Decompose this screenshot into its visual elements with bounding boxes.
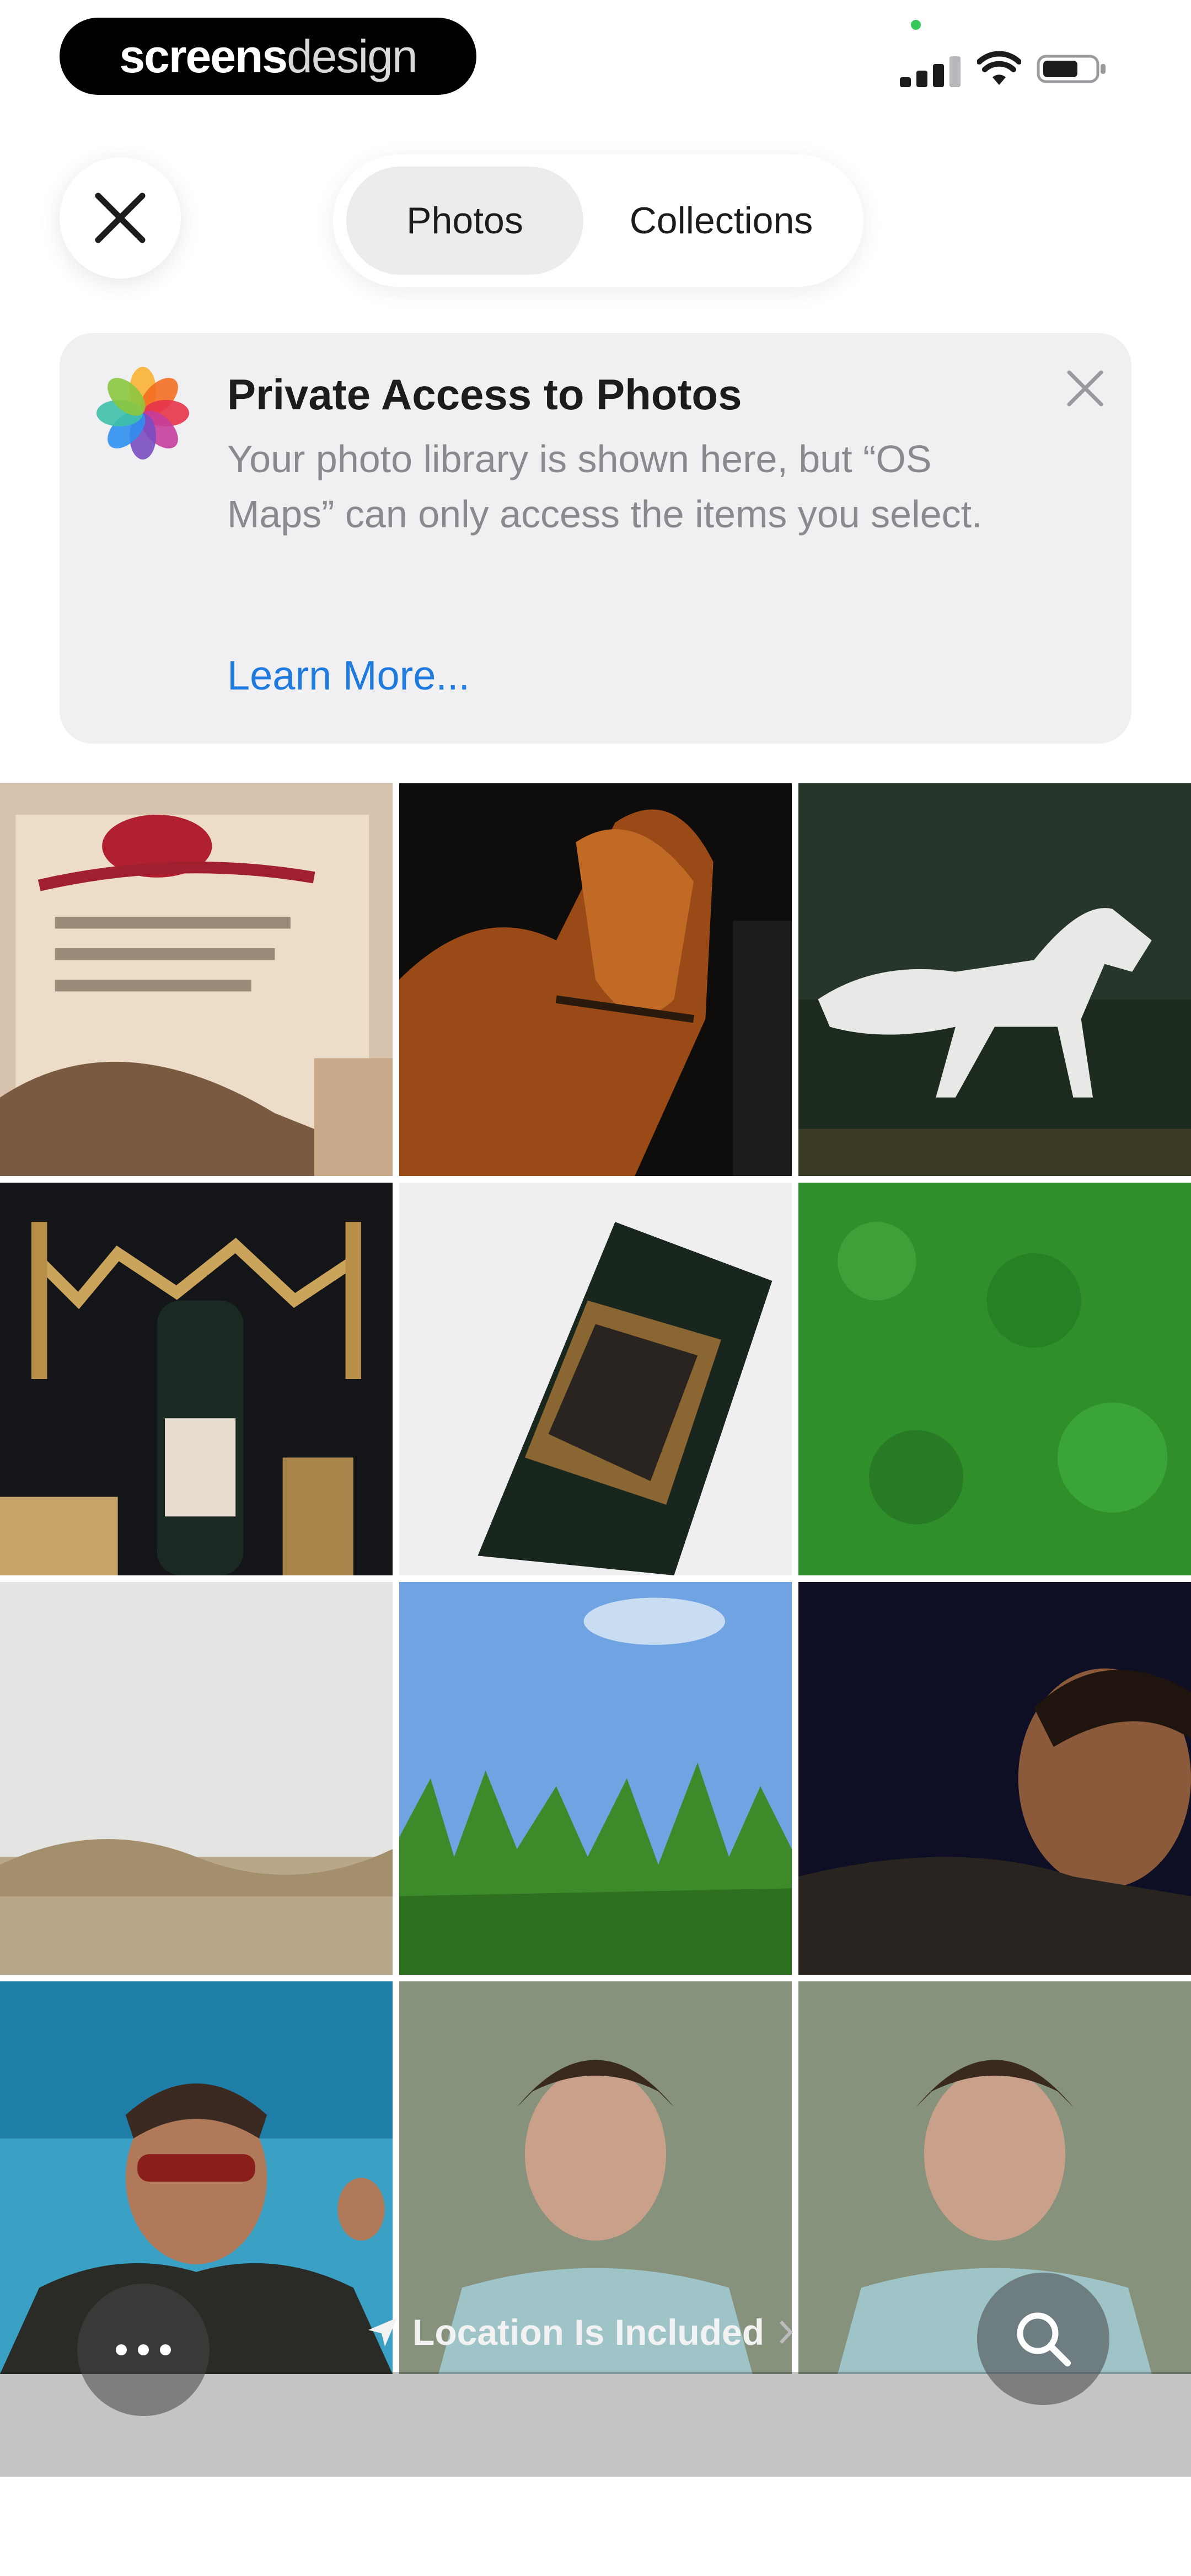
misty-field-photo[interactable] — [0, 1582, 393, 1975]
more-options-button[interactable] — [77, 2284, 210, 2416]
ellipsis-icon — [116, 2344, 171, 2355]
photo-grid — [0, 783, 1191, 2471]
cellular-signal-icon — [900, 55, 961, 87]
white-horse-photo[interactable] — [798, 783, 1191, 1176]
camera-indicator-dot — [911, 20, 921, 30]
close-icon — [95, 193, 146, 243]
battery-icon — [1037, 55, 1106, 83]
tab-photos[interactable]: Photos — [346, 167, 583, 275]
private-access-banner: Private Access to Photos Your photo libr… — [60, 333, 1131, 744]
cornfield-sky-photo[interactable] — [399, 1582, 792, 1975]
learn-more-link[interactable]: Learn More... — [227, 652, 470, 699]
search-button[interactable] — [977, 2273, 1109, 2405]
banner-title: Private Access to Photos — [227, 370, 742, 419]
tab-collections[interactable]: Collections — [592, 167, 850, 275]
photos-collections-segmented-control: Photos Collections — [333, 154, 863, 287]
smiling-man-dark-photo[interactable] — [798, 1582, 1191, 1975]
chevron-right-icon — [779, 2320, 793, 2344]
home-indicator-area — [0, 2477, 1191, 2576]
certificate-photo[interactable] — [0, 783, 393, 1176]
wine-bottles-photo[interactable] — [0, 1183, 393, 1575]
brand-light-text: design — [287, 30, 418, 82]
green-grass-photo[interactable] — [798, 1183, 1191, 1575]
brand-bold-text: screens — [119, 30, 288, 82]
wifi-icon — [977, 51, 1021, 85]
close-icon — [1067, 370, 1103, 407]
brown-horse-photo[interactable] — [399, 783, 792, 1176]
location-included-label: Location Is Included — [412, 2312, 765, 2353]
green-bottle-photo[interactable] — [399, 1183, 792, 1575]
screensdesign-watermark: screens design — [60, 18, 476, 95]
location-arrow-icon — [368, 2318, 397, 2347]
search-icon — [1017, 2312, 1071, 2366]
photos-app-icon — [96, 367, 189, 459]
banner-body: Your photo library is shown here, but “O… — [227, 437, 983, 536]
dismiss-banner-button[interactable] — [1058, 361, 1113, 416]
close-button[interactable] — [60, 157, 181, 279]
location-included-toggle[interactable]: Location Is Included — [366, 2311, 794, 2353]
